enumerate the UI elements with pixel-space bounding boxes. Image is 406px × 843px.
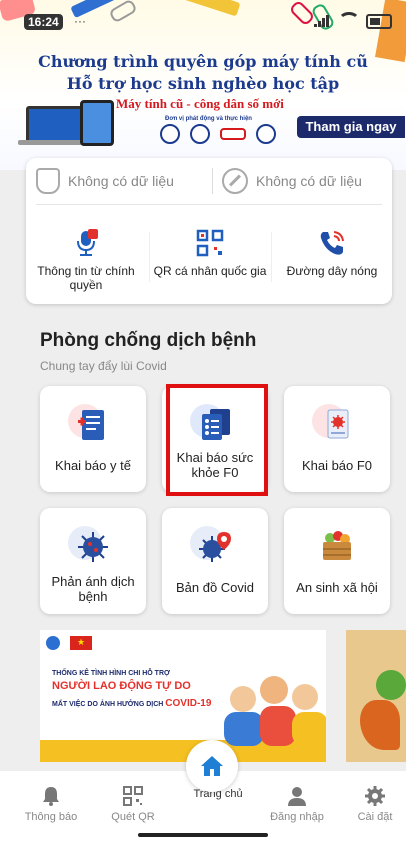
phone-icon (320, 231, 344, 255)
virus-icon (78, 532, 108, 562)
status-dots: ··· (74, 14, 86, 28)
tile-social-welfare[interactable]: An sinh xã hội (284, 508, 390, 614)
tile-covid-map[interactable]: Bản đồ Covid (162, 508, 268, 614)
tile-label: An sinh xã hội (296, 580, 378, 595)
promo-line3: MẤT VIỆC DO ẢNH HƯỞNG DỊCH COVID-19 (52, 698, 211, 709)
tools-icon (222, 168, 248, 194)
promo-card[interactable]: THỐNG KÊ TÌNH HÌNH CHI HỖ TRỢ NGƯỜI LAO … (40, 630, 326, 762)
tile-label: Khai báo F0 (301, 458, 373, 473)
quick-action-label: QR cá nhân quốc gia (153, 264, 267, 278)
viettel-logo (220, 128, 246, 140)
info-right-text: Không có dữ liệu (256, 173, 362, 189)
quick-action-hotline[interactable]: Đường dây nóng (272, 228, 392, 278)
join-now-button[interactable]: Tham gia ngay (297, 116, 405, 138)
qr-scan-icon (123, 786, 143, 806)
globe-icon (46, 636, 60, 650)
banner-subtitle: Máy tính cũ - công dân số mới (116, 96, 284, 111)
promo-card-next[interactable] (346, 630, 406, 762)
nav-label: Đăng nhập (270, 811, 324, 823)
food-basket-icon (323, 531, 351, 560)
covid-map-icon (199, 532, 231, 562)
nav-settings[interactable]: Cài đặt (340, 785, 406, 823)
promo-line1: THỐNG KÊ TÌNH HÌNH CHI HỖ TRỢ (52, 670, 170, 677)
nav-scan-qr[interactable]: Quét QR (98, 785, 168, 823)
tile-f0-health-declaration[interactable]: Khai báo sức khỏe F0 (162, 386, 268, 492)
quick-action-label: Đường dây nóng (286, 264, 378, 278)
section-title: Phòng chống dịch bệnh (40, 330, 257, 351)
nav-label: Cài đặt (357, 811, 393, 823)
banner-organizer-label: Đơn vị phát động và thực hiện (165, 116, 252, 122)
tile-report-epidemic[interactable]: Phản ánh dịch bệnh (40, 508, 146, 614)
home-indicator (138, 833, 268, 837)
promo-line2: NGƯỜI LAO ĐỘNG TỰ DO (52, 680, 191, 692)
info-right[interactable]: Không có dữ liệu (222, 168, 362, 194)
vietnam-flag-icon (70, 636, 92, 650)
organizer-logo (190, 124, 210, 144)
nav-label: Thông báo (24, 811, 78, 823)
tile-label: Khai báo y tế (55, 458, 131, 473)
microphone-icon (77, 229, 98, 256)
user-icon (288, 787, 306, 806)
info-left[interactable]: Không có dữ liệu (36, 168, 174, 194)
quick-action-label: Thông tin từ chính quyền (37, 264, 135, 292)
tile-medical-declaration[interactable]: Khai báo y tế (40, 386, 146, 492)
medical-document-icon (78, 410, 104, 440)
devices-illustration (18, 100, 118, 150)
virus-report-icon (327, 409, 349, 439)
health-forms-icon (202, 409, 230, 440)
organizer-logo (160, 124, 180, 144)
info-left-text: Không có dữ liệu (68, 173, 174, 189)
banner-title-line1: Chương trình quyên góp máy tính cũ (38, 52, 368, 71)
nav-notifications[interactable]: Thông báo (16, 785, 86, 823)
campaign-banner[interactable]: 16:24 ··· Chương trình quyên góp máy tín… (0, 0, 406, 170)
shield-icon (36, 168, 60, 194)
status-time: 16:24 (24, 14, 63, 30)
tile-label: Khai báo sức khỏe F0 (176, 450, 254, 480)
banner-title-line2: Hỗ trợ học sinh nghèo học tập (66, 74, 340, 93)
home-icon (201, 756, 223, 776)
nav-label: Quét QR (111, 811, 155, 823)
vnpt-logo (256, 124, 276, 144)
info-card: Không có dữ liệu Không có dữ liệu Thông … (26, 158, 392, 304)
qr-code-icon (196, 229, 224, 257)
gear-icon (365, 786, 385, 806)
section-subtitle: Chung tay đẩy lùi Covid (40, 359, 167, 373)
bell-icon (43, 787, 59, 806)
signal-icon (314, 15, 332, 27)
nav-login[interactable]: Đăng nhập (262, 785, 332, 823)
status-bar: 16:24 ··· (0, 12, 406, 36)
tile-f0-declaration[interactable]: Khai báo F0 (284, 386, 390, 492)
organizer-logos (160, 124, 276, 144)
tile-label: Phản ánh dịch bệnh (51, 574, 135, 604)
quick-action-government-info[interactable]: Thông tin từ chính quyền (26, 228, 146, 292)
wifi-icon (338, 12, 360, 30)
vegetable-illustration (360, 700, 400, 750)
nav-home-button[interactable] (186, 740, 238, 792)
vegetable-illustration (376, 670, 406, 700)
tile-label: Bản đồ Covid (175, 580, 255, 595)
workers-illustration (220, 666, 326, 746)
promo-line3-text: MẤT VIỆC DO ẢNH HƯỞNG DỊCH (52, 701, 164, 708)
quick-action-personal-qr[interactable]: QR cá nhân quốc gia (150, 228, 270, 278)
promo-covid: COVID-19 (165, 698, 212, 709)
status-icons (314, 12, 392, 30)
battery-icon (366, 13, 392, 29)
